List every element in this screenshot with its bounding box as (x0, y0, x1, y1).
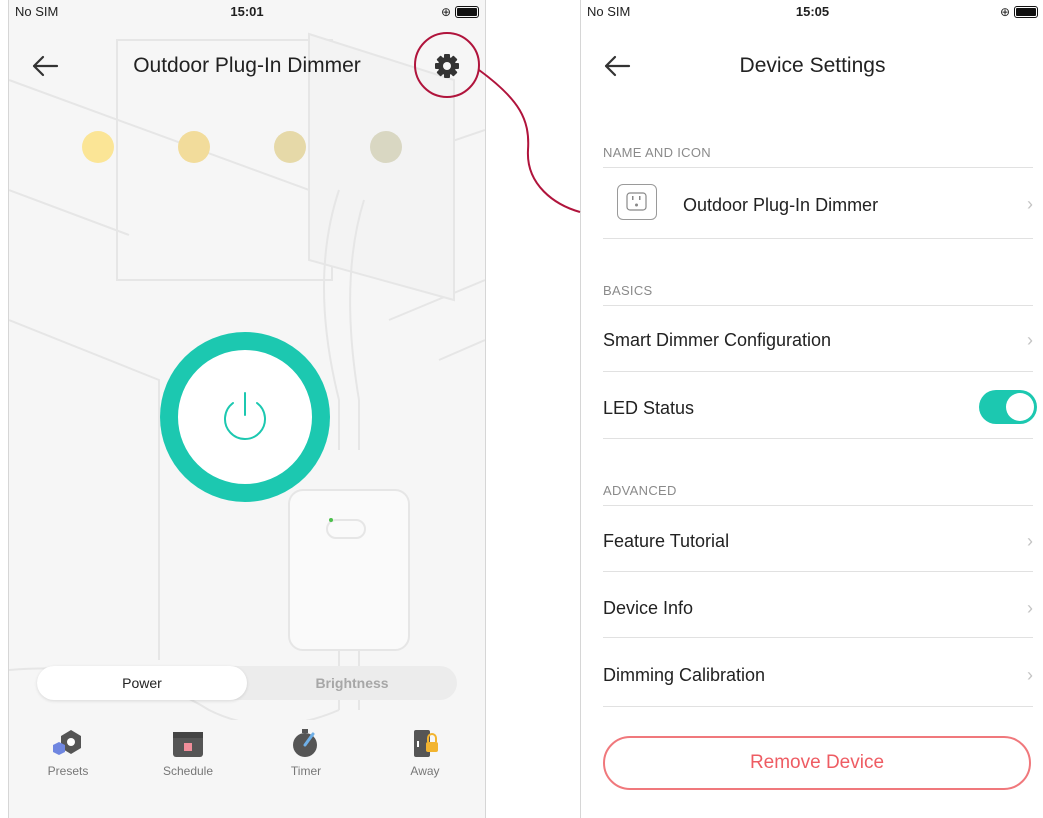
gear-icon[interactable] (429, 48, 465, 84)
feature-tutorial-row[interactable]: Feature Tutorial › (603, 505, 1033, 572)
row-label: LED Status (603, 398, 695, 418)
row-label: Device Info (603, 598, 694, 618)
rotation-lock-icon: ⊕ (440, 5, 451, 19)
page-title: Outdoor Plug-In Dimmer (133, 54, 361, 77)
dimming-calibration-row[interactable]: Dimming Calibration › (603, 637, 1033, 707)
toolbar-label: Timer (290, 764, 322, 778)
led-status-row: LED Status (603, 371, 1037, 439)
presets-icon (53, 730, 81, 755)
row-label: Smart Dimmer Configuration (603, 330, 832, 350)
battery-icon (1014, 6, 1038, 18)
away-lock-icon (414, 730, 438, 757)
color-preset-dot[interactable] (82, 131, 114, 163)
status-icons: ⊕ (441, 5, 479, 19)
device-info-row[interactable]: Device Info › (603, 571, 1033, 638)
device-name-label: Outdoor Plug-In Dimmer (683, 195, 879, 215)
power-toggle-button[interactable] (160, 332, 330, 502)
calendar-icon (173, 732, 203, 757)
color-preset-dot[interactable] (274, 131, 306, 163)
device-control-screen: No SIM 15:01 ⊕ Outdoor Plug-In Dimmer Po… (8, 0, 486, 818)
battery-icon (455, 6, 479, 18)
power-icon (224, 392, 266, 440)
toolbar-label: Schedule (162, 764, 214, 778)
toolbar-label: Presets (47, 764, 89, 778)
chevron-right-icon: › (1027, 598, 1033, 618)
toolbar-label: Away (410, 764, 440, 778)
tab-brightness[interactable]: Brightness (247, 666, 457, 700)
smart-dimmer-configuration-row[interactable]: Smart Dimmer Configuration › (603, 305, 1033, 372)
section-header-name-and-icon: NAME AND ICON (603, 145, 711, 160)
section-header-advanced: ADVANCED (603, 483, 677, 498)
toolbar-presets[interactable]: Presets (28, 728, 108, 778)
chevron-right-icon: › (1027, 330, 1033, 350)
status-icons: ⊕ (1000, 5, 1038, 19)
color-preset-dot[interactable] (370, 131, 402, 163)
outlet-icon (617, 184, 657, 220)
clock: 15:05 (795, 4, 830, 19)
led-status-toggle[interactable] (979, 390, 1037, 424)
remove-device-button[interactable]: Remove Device (603, 736, 1031, 790)
device-settings-screen: No SIM 15:05 ⊕ Device Settings NAME AND … (580, 0, 1043, 818)
chevron-right-icon: › (1027, 665, 1033, 685)
row-label: Feature Tutorial (603, 531, 730, 551)
section-header-basics: BASICS (603, 283, 653, 298)
clock: 15:01 (230, 4, 264, 19)
device-name-row[interactable]: Outdoor Plug-In Dimmer › (603, 167, 1033, 239)
status-bar: No SIM 15:05 ⊕ (581, 0, 1043, 22)
toolbar-schedule[interactable]: Schedule (148, 728, 228, 778)
rotation-lock-icon: ⊕ (999, 5, 1010, 19)
page-title: Device Settings (739, 54, 886, 77)
tab-power[interactable]: Power (37, 666, 247, 700)
row-label: Dimming Calibration (603, 665, 766, 685)
color-preset-dot[interactable] (178, 131, 210, 163)
mode-segmented-control: Power Brightness (37, 666, 457, 700)
chevron-right-icon: › (1027, 194, 1033, 214)
chevron-right-icon: › (1027, 531, 1033, 551)
stopwatch-icon (293, 729, 317, 757)
toolbar-away[interactable]: Away (385, 728, 465, 778)
toolbar-timer[interactable]: Timer (266, 728, 346, 778)
status-bar: No SIM 15:01 ⊕ (9, 0, 485, 22)
